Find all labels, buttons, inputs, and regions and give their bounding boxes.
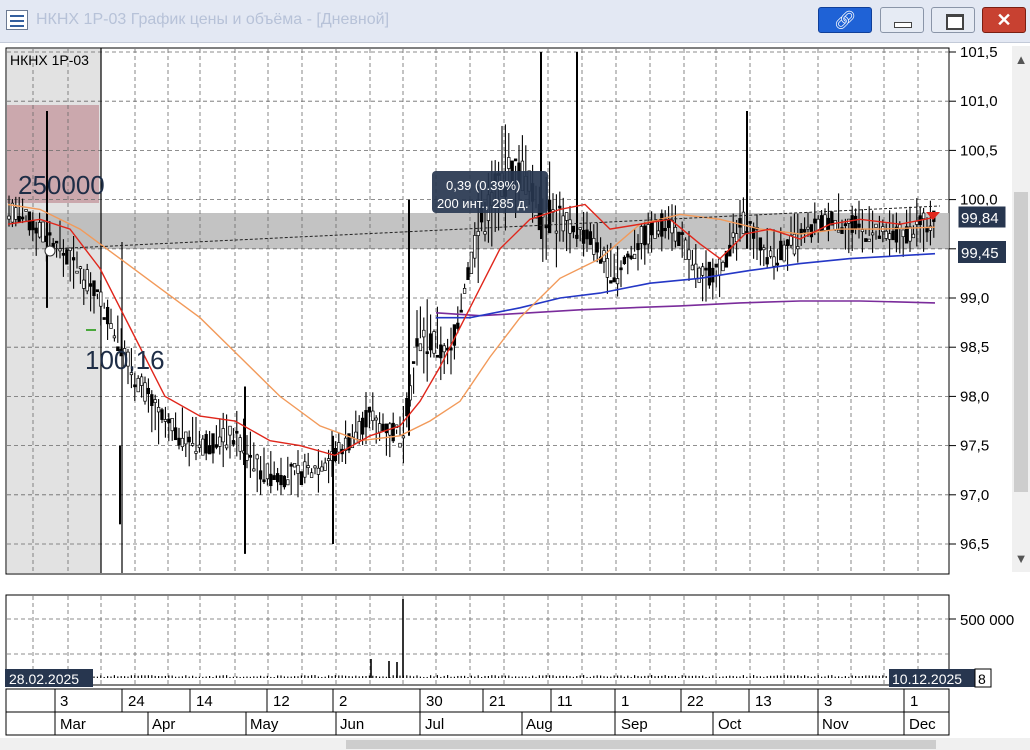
timeline-day-tick: 11 [557,693,573,710]
timeline-day-tick: 21 [489,693,506,710]
timeline-day-tick: 2 [339,693,347,710]
price-axis-label: 101,5 [960,44,998,61]
end-date-badge: 10.12.2025 8 [889,668,992,688]
timeline-month: Oct [718,716,742,733]
chart-app-icon [6,10,28,30]
level-badge: 99,45 [958,241,1006,263]
timeline-day-tick: 30 [426,693,443,710]
timeline-month: Nov [822,716,849,733]
horizontal-scroll-thumb[interactable] [346,740,936,749]
timeline-day-tick: 1 [621,693,629,710]
timeline-month: Mar [60,716,86,733]
close-button[interactable]: ✕ [982,7,1026,33]
minimize-icon [894,22,912,28]
window-title: НКНХ 1Р-03 График цены и объёма - [Дневн… [36,11,390,28]
chart-area[interactable]: НКНХ 1Р-03 250000 100,16 0,39 (0.39%) 20… [0,42,1030,738]
scroll-up-arrow-icon[interactable]: ▲ [1012,52,1030,67]
trend-anchor[interactable] [44,245,56,257]
current-price-text: 99,84 [961,210,999,227]
instrument-label: НКНХ 1Р-03 [10,52,89,68]
level-text: 99,45 [961,245,999,262]
price-axis-label: 96,5 [960,536,989,553]
timeline-day-tick: 24 [128,693,145,710]
link-icon: 🔗︎ [833,10,857,30]
scroll-down-arrow-icon[interactable]: ▼ [1012,551,1030,566]
vertical-scrollbar[interactable]: ▲ ▼ [1012,46,1030,572]
price-axis: 101,5101,0100,5100,099,599,098,598,097,5… [949,44,998,553]
timeline-day-tick: 12 [273,693,290,710]
timeline-month: May [250,716,279,733]
price-axis-label: 98,0 [960,388,989,405]
timeline-day-tick: 1 [910,693,918,710]
title-bar: НКНХ 1Р-03 График цены и объёма - [Дневн… [0,0,1030,43]
volume-axis-label: 500 000 [960,612,1014,629]
price-axis-label: 101,0 [960,93,998,110]
current-price-badge: 99,84 [957,205,1007,229]
price-axis-label: 100,5 [960,142,998,159]
timeline-month: Sep [621,716,648,733]
maximize-icon [946,14,964,30]
overlay-price-text: 100,16 [85,345,165,375]
price-axis-label: 97,0 [960,487,989,504]
minimize-button[interactable] [880,7,924,33]
timeline-day-tick: 14 [196,693,213,710]
end-date-trailing: 8 [978,671,986,687]
close-icon: ✕ [996,10,1012,30]
timeline-month: Jun [340,716,364,733]
timeline-month: Aug [526,716,553,733]
timeline-day-tick: 22 [687,693,704,710]
maximize-button[interactable] [931,7,975,33]
start-date-text: 28.02.2025 [9,671,79,687]
timeline-day-tick: 3 [60,693,68,710]
start-date-badge: 28.02.2025 [5,669,93,687]
timeline-month: Dec [909,716,936,733]
end-date-text: 10.12.2025 [892,671,962,687]
link-button[interactable]: 🔗︎ [818,7,872,33]
vertical-scroll-thumb[interactable] [1014,192,1028,492]
timeline-month: Jul [425,716,444,733]
tooltip-volume: 200 инт., 285 д. [437,196,529,211]
volume-pane[interactable] [5,594,950,686]
timeline-month: Apr [152,716,175,733]
tooltip: 0,39 (0.39%) 200 инт., 285 д. [432,171,548,213]
price-axis-label: 97,5 [960,438,989,455]
price-axis-label: 99,0 [960,290,989,307]
timeline-day-tick: 13 [755,693,772,710]
overlay-volume-text: 250000 [18,170,105,200]
timeline-day-tick: 3 [824,693,832,710]
price-axis-label: 98,5 [960,339,989,356]
tooltip-change: 0,39 (0.39%) [446,178,520,193]
horizontal-scrollbar[interactable] [0,738,1030,750]
